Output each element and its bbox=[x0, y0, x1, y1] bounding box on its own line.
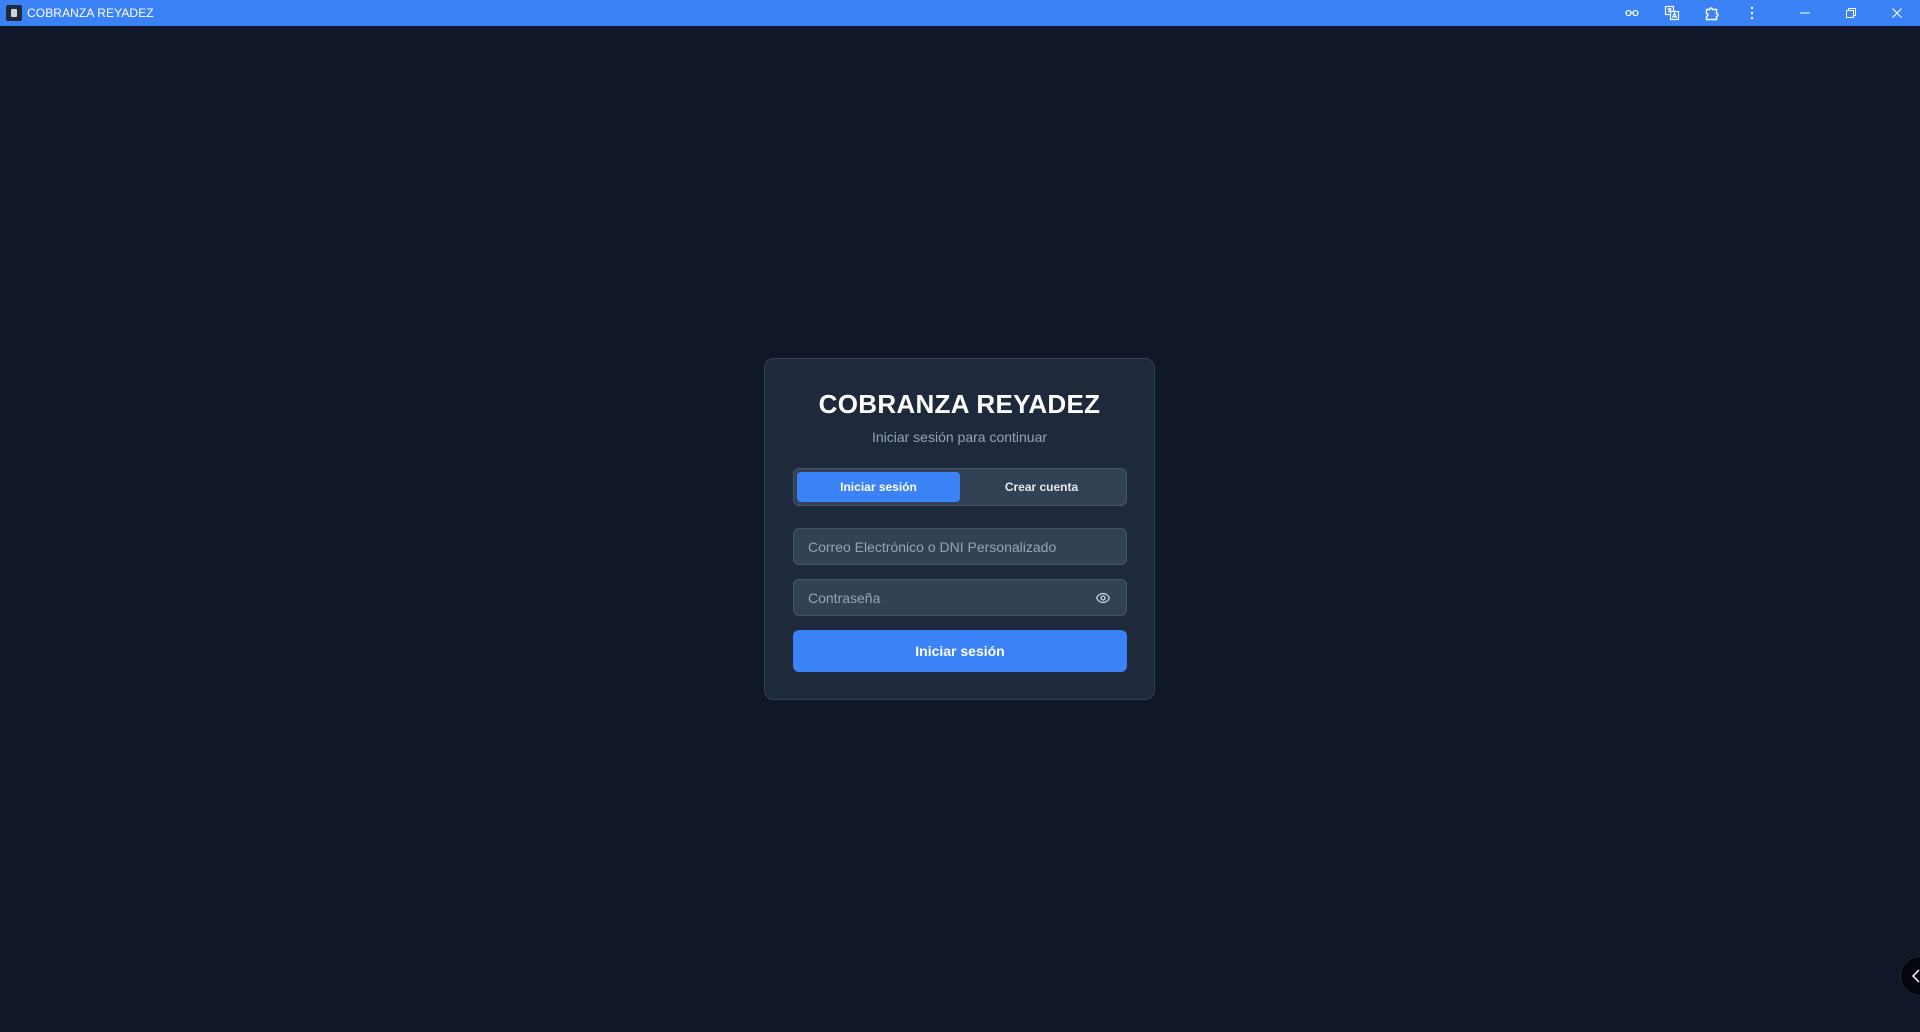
chevron-left-icon bbox=[1911, 969, 1920, 983]
key-icon[interactable] bbox=[1612, 0, 1652, 26]
more-options-icon[interactable] bbox=[1732, 0, 1772, 26]
title-actions bbox=[1612, 0, 1920, 26]
title-bar: COBRANZA REYADEZ bbox=[0, 0, 1920, 26]
close-icon[interactable] bbox=[1874, 0, 1920, 26]
side-panel-toggle[interactable] bbox=[1900, 956, 1920, 996]
login-title: COBRANZA REYADEZ bbox=[818, 389, 1101, 419]
email-field bbox=[793, 528, 1127, 565]
password-input[interactable] bbox=[808, 589, 1094, 606]
window-title: COBRANZA REYADEZ bbox=[27, 6, 154, 20]
extensions-icon[interactable] bbox=[1692, 0, 1732, 26]
app-icon bbox=[6, 5, 22, 21]
restore-icon[interactable] bbox=[1828, 0, 1874, 26]
tab-login[interactable]: Iniciar sesión bbox=[797, 472, 960, 502]
login-subtitle: Iniciar sesión para continuar bbox=[871, 429, 1048, 445]
tab-register[interactable]: Crear cuenta bbox=[960, 472, 1123, 502]
eye-icon[interactable] bbox=[1094, 589, 1112, 607]
login-submit-button[interactable]: Iniciar sesión bbox=[793, 630, 1127, 672]
translate-icon[interactable] bbox=[1652, 0, 1692, 26]
email-input[interactable] bbox=[808, 538, 1112, 555]
password-field bbox=[793, 579, 1127, 616]
auth-tabs: Iniciar sesión Crear cuenta bbox=[793, 468, 1127, 506]
minimize-icon[interactable] bbox=[1782, 0, 1828, 26]
login-card: COBRANZA REYADEZ Iniciar sesión para con… bbox=[764, 358, 1155, 700]
